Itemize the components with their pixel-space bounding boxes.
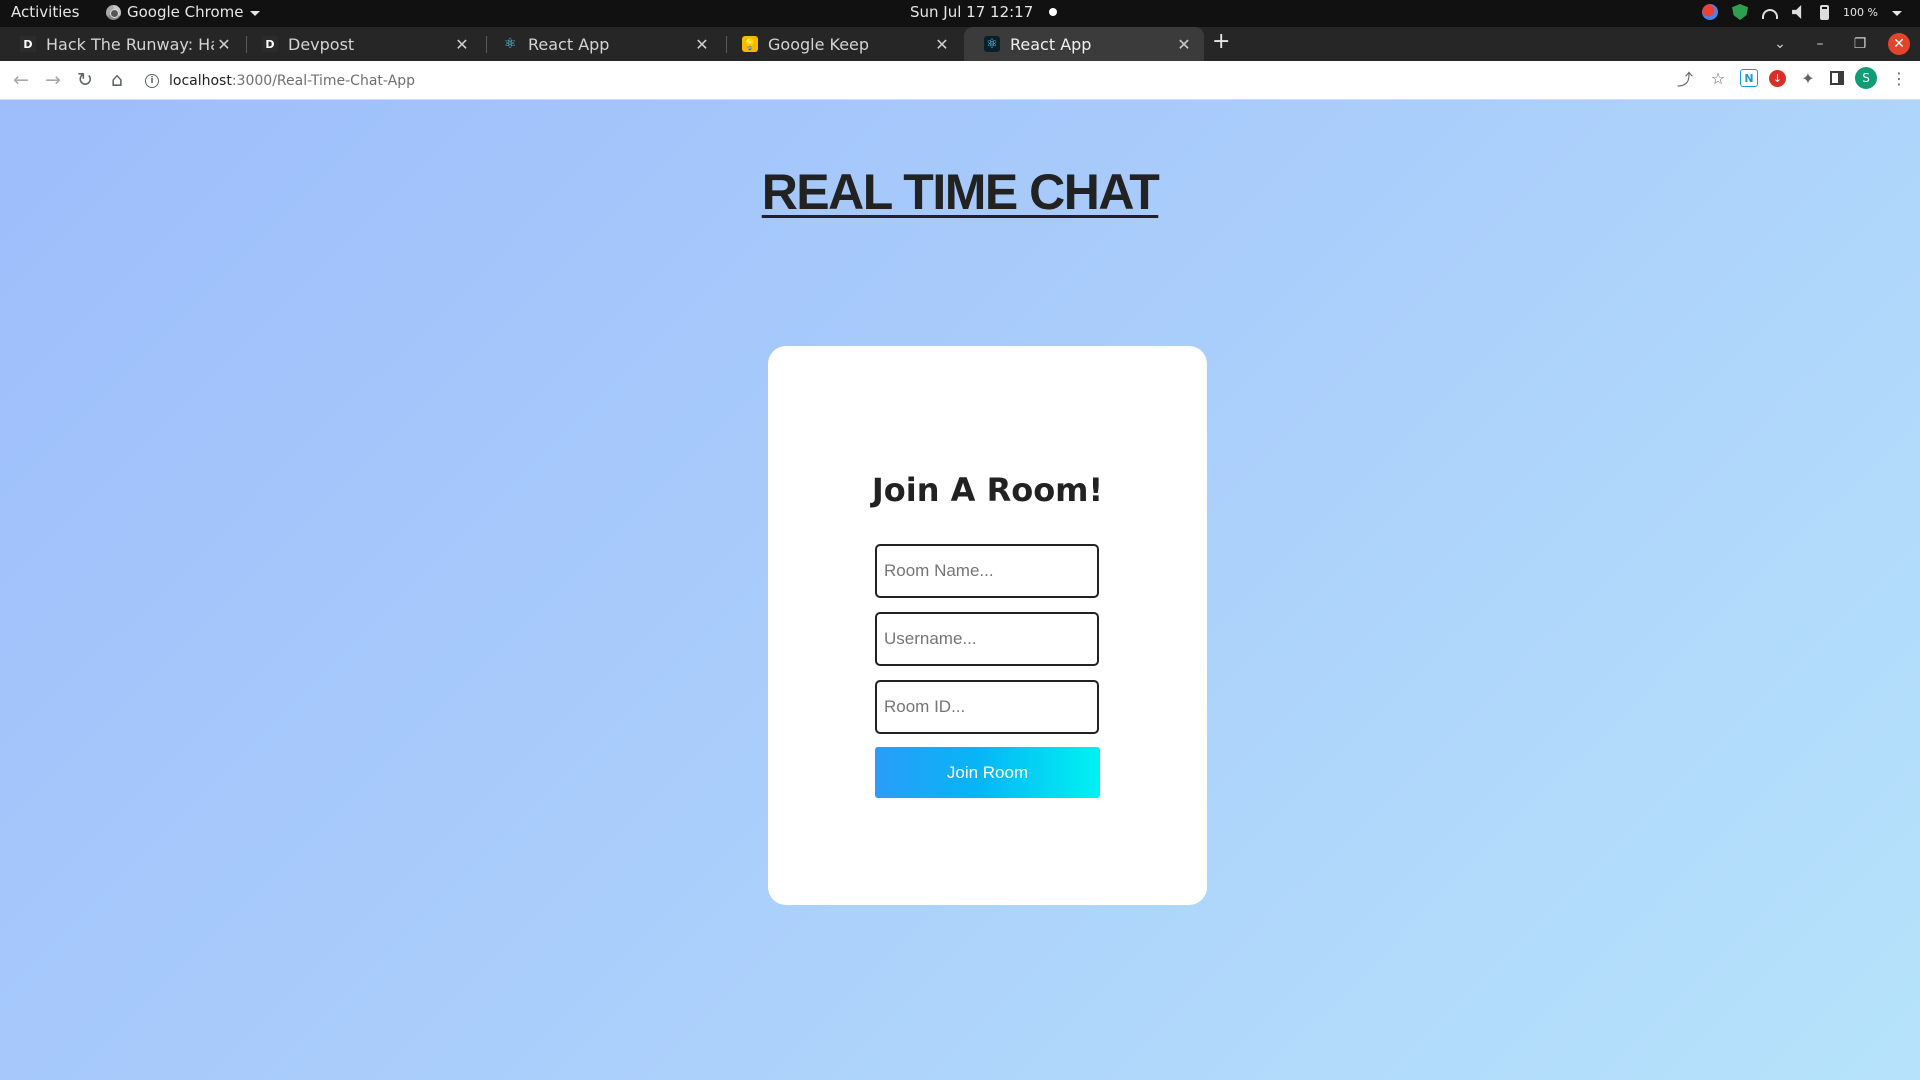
tab-google-keep[interactable]: 💡 Google Keep ✕ [722, 27, 962, 61]
chevron-down-icon[interactable] [1892, 10, 1902, 16]
tab-title: React App [1010, 34, 1092, 54]
extension-download-icon[interactable]: ↓ [1769, 69, 1786, 87]
browser-toolbar: ← → ↻ ⌂ i localhost :3000/Real-Time-Chat… [0, 61, 1920, 100]
chevron-down-icon [249, 10, 260, 16]
tab-devpost[interactable]: D Devpost ✕ [242, 27, 482, 61]
window-controls: ⌄ – ❐ ✕ [1760, 27, 1920, 61]
username-input[interactable] [875, 612, 1099, 666]
extensions-puzzle-icon[interactable]: ✦ [1797, 67, 1819, 89]
url-path: :3000/Real-Time-Chat-App [231, 72, 415, 89]
keep-favicon-icon: 💡 [742, 36, 758, 52]
chrome-remote-icon[interactable] [1702, 4, 1719, 20]
page-title: REAL TIME CHAT [761, 164, 1160, 220]
profile-avatar[interactable]: S [1855, 67, 1877, 89]
forward-arrow-icon[interactable]: → [42, 69, 64, 91]
tab-react-app-active[interactable]: ⚛ React App ✕ [964, 27, 1204, 61]
tab-title: React App [528, 34, 610, 54]
toolbar-actions: ⤴ ☆ N ↓ ✦ S ⋮ [1674, 67, 1910, 89]
react-favicon-icon: ⚛ [503, 36, 517, 52]
restore-icon[interactable]: ❐ [1840, 36, 1880, 52]
join-room-card: Join A Room! Join Room [768, 346, 1207, 905]
close-tab-icon[interactable]: ✕ [1174, 35, 1194, 54]
app-menu[interactable]: Google Chrome [106, 3, 260, 21]
battery-icon [1820, 4, 1830, 20]
chrome-icon [106, 4, 121, 20]
wifi-icon [1762, 9, 1779, 19]
reload-icon[interactable]: ↻ [74, 69, 96, 91]
volume-icon [1792, 5, 1802, 19]
kebab-menu-icon[interactable]: ⋮ [1888, 67, 1910, 89]
notification-dot-icon [1049, 8, 1058, 16]
datetime-label: Sun Jul 17 12:17 [910, 3, 1034, 21]
tab-search-chevron-icon[interactable]: ⌄ [1760, 36, 1800, 52]
activities-button[interactable]: Activities [11, 3, 79, 21]
system-top-bar: Activities Google Chrome Sun Jul 17 12:1… [0, 0, 1920, 27]
page-viewport: REAL TIME CHAT Join A Room! Join Room [0, 100, 1920, 1080]
devpost-favicon-icon: D [262, 36, 278, 52]
side-panel-icon[interactable] [1830, 71, 1844, 85]
close-tab-icon[interactable]: ✕ [932, 35, 952, 54]
tab-react-app[interactable]: ⚛ React App ✕ [482, 27, 722, 61]
tab-hack-the-runway[interactable]: D Hack The Runway: Hack ✕ [0, 27, 244, 61]
room-id-input[interactable] [875, 680, 1099, 734]
app-menu-label: Google Chrome [127, 3, 244, 21]
clock[interactable]: Sun Jul 17 12:17 [910, 3, 1058, 21]
address-bar[interactable]: i localhost :3000/Real-Time-Chat-App [145, 66, 1625, 95]
back-arrow-icon[interactable]: ← [10, 69, 32, 91]
shield-icon[interactable] [1732, 4, 1749, 20]
card-title: Join A Room! [871, 471, 1104, 509]
home-icon[interactable]: ⌂ [106, 69, 128, 91]
url-host: localhost [169, 72, 232, 89]
tab-title: Devpost [288, 34, 355, 54]
bookmark-star-icon[interactable]: ☆ [1707, 67, 1729, 89]
system-tray[interactable]: 100 % [1702, 4, 1902, 20]
close-window-button[interactable]: ✕ [1888, 33, 1910, 55]
share-icon[interactable]: ⤴ [1674, 67, 1696, 89]
join-room-button[interactable]: Join Room [875, 747, 1100, 798]
site-info-icon[interactable]: i [145, 73, 159, 88]
react-favicon-icon: ⚛ [984, 36, 1000, 52]
close-tab-icon[interactable]: ✕ [214, 35, 234, 54]
extension-n-icon[interactable]: N [1740, 69, 1758, 87]
minimize-icon[interactable]: – [1800, 36, 1840, 52]
battery-percent: 100 % [1843, 5, 1878, 19]
tab-title: Google Keep [768, 34, 870, 54]
close-tab-icon[interactable]: ✕ [452, 35, 472, 54]
new-tab-button[interactable]: + [1212, 29, 1230, 54]
devpost-favicon-icon: D [20, 36, 36, 52]
close-tab-icon[interactable]: ✕ [692, 35, 712, 54]
tab-title: Hack The Runway: Hack [46, 34, 214, 54]
tab-strip: D Hack The Runway: Hack ✕ D Devpost ✕ ⚛ … [0, 27, 1920, 61]
room-name-input[interactable] [875, 544, 1099, 598]
